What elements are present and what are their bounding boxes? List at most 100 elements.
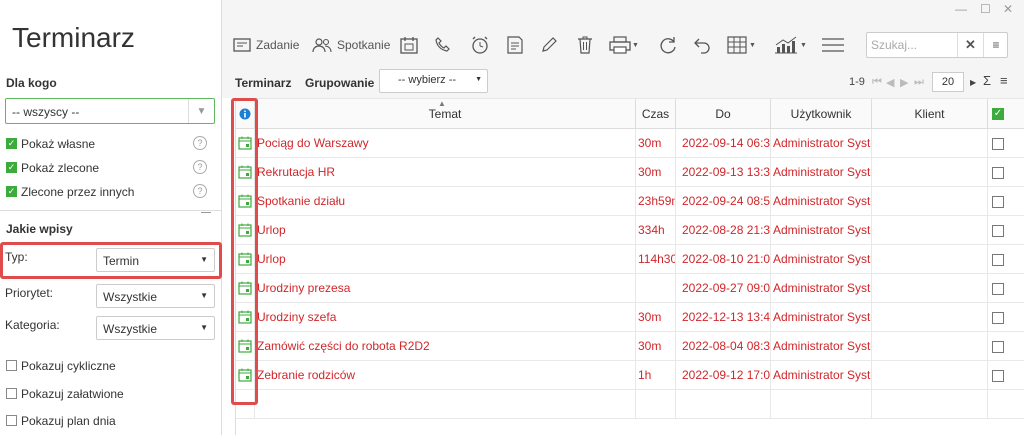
reminder-button[interactable] <box>470 34 490 56</box>
time-cell: 30m <box>636 129 676 158</box>
assigned-by-others-checkbox-row[interactable]: ✓ Zlecone przez innych ? <box>6 183 211 201</box>
table-row[interactable]: Zebranie rodziców 1h 2022-09-12 17:00 Ad… <box>236 361 1024 390</box>
who-select[interactable]: -- wszyscy -- ▼ <box>5 98 215 124</box>
sum-icon[interactable]: Σ <box>983 73 991 88</box>
icon-column-highlight-box <box>231 98 258 405</box>
priority-field: Priorytet: Wszystkie ▼ <box>5 284 217 308</box>
table-row[interactable]: Urlop 114h30m 2022-08-10 21:00 Administr… <box>236 245 1024 274</box>
show-assigned-checkbox[interactable]: ✓ <box>6 162 17 173</box>
help-icon[interactable]: ? <box>193 160 207 174</box>
subject-cell: Urlop <box>255 245 636 274</box>
table-row[interactable]: Urodziny prezesa 2022-09-27 09:00 Admini… <box>236 274 1024 303</box>
show-day-plan-checkbox-row[interactable]: Pokazuj plan dnia <box>6 412 211 430</box>
show-assigned-checkbox-row[interactable]: ✓ Pokaż zlecone ? <box>6 159 211 177</box>
first-page-icon[interactable]: ⏮ <box>872 76 882 89</box>
priority-label: Priorytet: <box>5 286 54 300</box>
grid-view-button[interactable]: ▼ <box>727 34 756 56</box>
next-page-icon[interactable]: ▶ <box>900 76 908 89</box>
search-input[interactable] <box>871 36 955 54</box>
help-icon[interactable]: ? <box>193 136 207 150</box>
page-size-arrow-icon[interactable]: ▶ <box>970 78 976 87</box>
clear-search-icon[interactable]: ✕ <box>957 33 983 57</box>
show-completed-checkbox[interactable] <box>6 388 17 399</box>
collapse-icon[interactable] <box>201 212 211 213</box>
table-row[interactable]: Spotkanie działu 23h59m 2022-09-24 08:59… <box>236 187 1024 216</box>
print-button[interactable]: ▼ <box>609 34 639 56</box>
maximize-icon[interactable]: ☐ <box>980 2 991 16</box>
alarm-clock-icon <box>472 36 488 54</box>
row-checkbox[interactable] <box>992 283 1004 295</box>
row-checkbox[interactable] <box>992 254 1004 266</box>
phone-button[interactable] <box>434 34 452 56</box>
view-name: Terminarz <box>235 76 292 90</box>
row-checkbox[interactable] <box>992 225 1004 237</box>
close-icon[interactable]: ✕ <box>1003 2 1013 16</box>
show-completed-label: Pokazuj załatwione <box>21 387 124 401</box>
who-label: Dla kogo <box>6 76 57 90</box>
show-own-checkbox[interactable]: ✓ <box>6 138 17 149</box>
show-recurring-checkbox-row[interactable]: Pokazuj cykliczne <box>6 357 211 375</box>
page-size-input[interactable]: 20 <box>932 72 964 92</box>
undo-button[interactable] <box>693 34 711 56</box>
column-header-until[interactable]: Do <box>676 99 771 129</box>
calendar-button[interactable] <box>400 34 418 56</box>
select-all-checkbox[interactable]: ✓ <box>992 108 1004 120</box>
search-options-icon[interactable]: ≡ <box>983 33 1008 57</box>
show-completed-checkbox-row[interactable]: Pokazuj załatwione <box>6 385 211 403</box>
grouping-select[interactable]: -- wybierz -- ▼ <box>379 69 488 93</box>
filter-bar: Terminarz Grupowanie -- wybierz -- ▼ 1-9… <box>222 68 1024 98</box>
time-cell: 30m <box>636 303 676 332</box>
show-own-checkbox-row[interactable]: ✓ Pokaż własne ? <box>6 135 211 153</box>
show-recurring-label: Pokazuj cykliczne <box>21 359 116 373</box>
client-cell <box>872 129 988 158</box>
assigned-by-others-checkbox[interactable]: ✓ <box>6 186 17 197</box>
type-highlight-box <box>0 242 222 279</box>
row-checkbox[interactable] <box>992 196 1004 208</box>
window-titlebar: — ☐ ✕ <box>222 0 1024 20</box>
new-task-button[interactable]: Zadanie <box>233 34 299 56</box>
table-row[interactable]: Zamówić części do robota R2D2 30m 2022-0… <box>236 332 1024 361</box>
user-cell: Administrator System <box>771 332 872 361</box>
table-row[interactable]: Rekrutacja HR 30m 2022-09-13 13:30 Admin… <box>236 158 1024 187</box>
row-checkbox[interactable] <box>992 138 1004 150</box>
category-select[interactable]: Wszystkie ▼ <box>96 316 215 340</box>
new-meeting-button[interactable]: Spotkanie <box>311 34 390 56</box>
delete-button[interactable] <box>577 34 593 56</box>
show-recurring-checkbox[interactable] <box>6 360 17 371</box>
caret-down-icon: ▼ <box>475 76 482 83</box>
undo-icon <box>694 38 710 54</box>
row-checkbox[interactable] <box>992 312 1004 324</box>
who-select-value: -- wszyscy -- <box>12 105 80 119</box>
menu-button[interactable] <box>822 34 844 56</box>
priority-select[interactable]: Wszystkie ▼ <box>96 284 215 308</box>
table-row[interactable]: Urodziny szefa 30m 2022-12-13 13:48 Admi… <box>236 303 1024 332</box>
user-cell: Administrator System <box>771 361 872 390</box>
last-page-icon[interactable]: ⏭ <box>914 76 924 89</box>
row-checkbox[interactable] <box>992 370 1004 382</box>
columns-menu-icon[interactable]: ≡ <box>1000 73 1008 88</box>
help-icon[interactable]: ? <box>193 184 207 198</box>
chevron-down-icon[interactable]: ▼ <box>188 99 214 123</box>
minimize-icon[interactable]: — <box>955 2 967 16</box>
column-header-user[interactable]: Użytkownik <box>771 99 872 129</box>
new-meeting-label: Spotkanie <box>337 38 391 52</box>
refresh-button[interactable] <box>659 34 677 56</box>
select-all-column[interactable]: ✓ <box>988 99 1024 129</box>
column-header-client[interactable]: Klient <box>872 99 988 129</box>
edit-button[interactable] <box>540 34 558 56</box>
toolbar: Zadanie Spotkanie ▼ ▼ ▼ Szukaj... ✕ ≡ <box>222 20 1024 68</box>
row-checkbox[interactable] <box>992 341 1004 353</box>
row-checkbox[interactable] <box>992 167 1004 179</box>
prev-page-icon[interactable]: ◀ <box>886 76 894 89</box>
table-row[interactable]: Urlop 334h 2022-08-28 21:30 Administrato… <box>236 216 1024 245</box>
caret-down-icon: ▼ <box>632 41 639 49</box>
show-day-plan-checkbox[interactable] <box>6 415 17 426</box>
column-header-subject[interactable]: ▲ Temat <box>255 99 636 129</box>
note-button[interactable] <box>506 34 524 56</box>
category-field: Kategoria: Wszystkie ▼ <box>5 316 217 340</box>
until-cell: 2022-08-10 21:00 <box>676 245 771 274</box>
column-header-time[interactable]: Czas <box>636 99 676 129</box>
subject-cell: Spotkanie działu <box>255 187 636 216</box>
chart-button[interactable]: ▼ <box>774 34 807 56</box>
table-row[interactable]: Pociąg do Warszawy 30m 2022-09-14 06:30 … <box>236 129 1024 158</box>
